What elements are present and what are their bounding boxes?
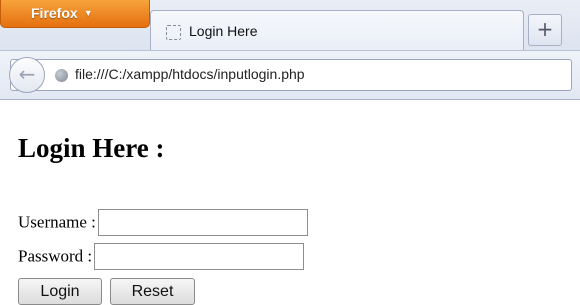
page-heading: Login Here : (18, 133, 165, 163)
new-tab-button[interactable]: + (528, 14, 562, 46)
tab-title: Login Here (189, 23, 258, 39)
browser-tab[interactable]: Login Here (150, 10, 524, 50)
url-bar[interactable]: ← file:///C:/xampp/htdocs/inputlogin.php (9, 57, 572, 93)
username-row: Username : (18, 209, 308, 236)
reset-button[interactable]: Reset (110, 278, 195, 305)
firefox-menu-label: Firefox (31, 5, 78, 21)
login-button[interactable]: Login (18, 278, 102, 305)
dropdown-arrow-icon: ▼ (83, 8, 93, 18)
password-input[interactable] (94, 243, 305, 270)
username-input[interactable] (97, 209, 308, 236)
username-label: Username : (18, 212, 96, 232)
tab-strip: Firefox ▼ Login Here + (0, 0, 580, 50)
password-label: Password : (18, 246, 93, 266)
navigation-bar: ← file:///C:/xampp/htdocs/inputlogin.php (0, 50, 580, 100)
back-button[interactable]: ← (9, 57, 45, 93)
page-favicon-icon (166, 25, 181, 40)
firefox-menu-button[interactable]: Firefox ▼ (0, 0, 150, 28)
url-text[interactable]: file:///C:/xampp/htdocs/inputlogin.php (75, 66, 305, 82)
password-row: Password : (18, 243, 305, 270)
globe-icon (55, 69, 68, 82)
